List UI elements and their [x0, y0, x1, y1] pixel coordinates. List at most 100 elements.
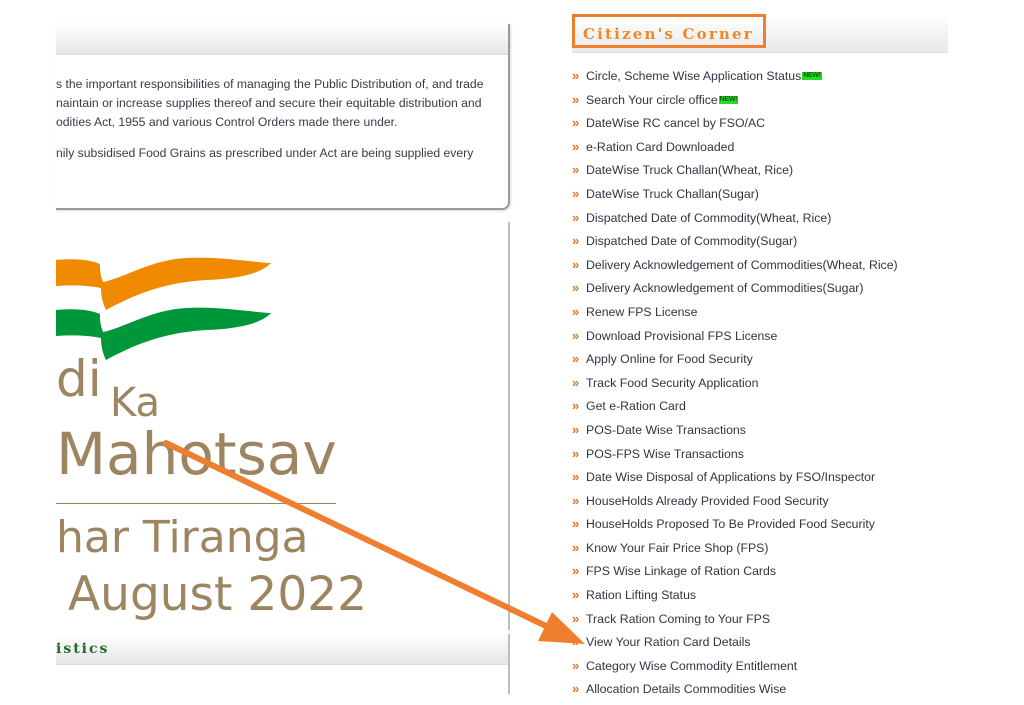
double-chevron-right-icon: » [572, 421, 580, 437]
citizens-corner-link[interactable]: » POS-FPS Wise Transactions [572, 446, 898, 470]
link-label[interactable]: Allocation Details Commodities Wise [586, 682, 786, 696]
double-chevron-right-icon: » [572, 516, 580, 532]
citizens-corner-link[interactable]: » HouseHolds Already Provided Food Securi… [572, 493, 898, 517]
statistics-panel: istics [56, 634, 510, 694]
double-chevron-right-icon: » [572, 209, 580, 225]
double-chevron-right-icon: » [572, 634, 580, 650]
citizens-corner-title: Citizen's Corner [572, 14, 766, 48]
intro-line: naintain or increase supplies thereof an… [56, 96, 482, 110]
citizens-corner-link[interactable]: » Download Provisional FPS License [572, 328, 898, 352]
citizens-corner-link[interactable]: » Get e-Ration Card [572, 398, 898, 422]
link-label[interactable]: DateWise Truck Challan(Sugar) [586, 187, 759, 201]
link-label[interactable]: Dispatched Date of Commodity(Sugar) [586, 234, 797, 248]
citizens-corner-link[interactable]: » Delivery Acknowledgement of Commodities… [572, 257, 898, 281]
link-label[interactable]: DateWise Truck Challan(Wheat, Rice) [586, 163, 793, 177]
intro-line: odities Act, 1955 and various Control Or… [56, 115, 398, 129]
intro-panel-header [56, 24, 508, 55]
double-chevron-right-icon: » [572, 398, 580, 414]
link-label[interactable]: Circle, Scheme Wise Application Status [586, 69, 801, 83]
double-chevron-right-icon: » [572, 657, 580, 673]
double-chevron-right-icon: » [572, 563, 580, 579]
link-label[interactable]: Download Provisional FPS License [586, 329, 777, 343]
tricolor-flag-icon [56, 257, 271, 360]
banner-text-date: August 2022 [68, 567, 368, 622]
double-chevron-right-icon: » [572, 280, 580, 296]
citizens-corner-link[interactable]: » Dispatched Date of Commodity(Wheat, Ric… [572, 210, 898, 234]
link-label[interactable]: View Your Ration Card Details [586, 635, 751, 649]
citizens-corner-link[interactable]: » Apply Online for Food Security [572, 351, 898, 375]
citizens-corner-header: Citizen's Corner [572, 14, 948, 53]
link-label[interactable]: Get e-Ration Card [586, 399, 686, 413]
citizens-corner-link[interactable]: » Ration Lifting Status [572, 587, 898, 611]
citizens-corner-link[interactable]: » View Your Ration Card Details [572, 634, 898, 658]
citizens-corner-link[interactable]: » HouseHolds Proposed To Be Provided Food… [572, 516, 898, 540]
citizens-corner-link[interactable]: » Track Ration Coming to Your FPS [572, 611, 898, 635]
double-chevron-right-icon: » [572, 469, 580, 485]
link-label[interactable]: HouseHolds Proposed To Be Provided Food … [586, 517, 875, 531]
double-chevron-right-icon: » [572, 233, 580, 249]
new-badge-icon: NEW! [718, 95, 739, 104]
citizens-corner-link[interactable]: » DateWise RC cancel by FSO/AC [572, 115, 898, 139]
citizens-corner-link[interactable]: » Date Wise Disposal of Applications by F… [572, 469, 898, 493]
double-chevron-right-icon: » [572, 162, 580, 178]
citizens-corner-link[interactable]: » Allocation Details Commodities Wise [572, 681, 898, 705]
banner-text-azadi: di [56, 350, 102, 408]
banner-divider [56, 503, 336, 504]
link-label[interactable]: FPS Wise Linkage of Ration Cards [586, 564, 776, 578]
double-chevron-right-icon: » [572, 610, 580, 626]
citizens-corner-link[interactable]: » FPS Wise Linkage of Ration Cards [572, 563, 898, 587]
double-chevron-right-icon: » [572, 327, 580, 343]
double-chevron-right-icon: » [572, 587, 580, 603]
link-label[interactable]: Apply Online for Food Security [586, 352, 753, 366]
intro-line: s the important responsibilities of mana… [56, 77, 484, 91]
double-chevron-right-icon: » [572, 445, 580, 461]
link-label[interactable]: Date Wise Disposal of Applications by FS… [586, 470, 875, 484]
double-chevron-right-icon: » [572, 68, 580, 83]
citizens-corner-link[interactable]: » DateWise Truck Challan(Wheat, Rice) [572, 162, 898, 186]
new-badge-icon: NEW! [802, 72, 822, 80]
citizens-corner-link[interactable]: » Delivery Acknowledgement of Commodities… [572, 280, 898, 304]
link-label[interactable]: Renew FPS License [586, 305, 697, 319]
link-label[interactable]: Delivery Acknowledgement of Commodities(… [586, 281, 863, 295]
link-label[interactable]: e-Ration Card Downloaded [586, 140, 734, 154]
statistics-title: istics [56, 634, 508, 665]
double-chevron-right-icon: » [572, 539, 580, 555]
link-label[interactable]: Track Food Security Application [586, 376, 758, 390]
double-chevron-right-icon: » [572, 351, 580, 367]
banner-text-mahotsav: Mahotsav [56, 420, 337, 488]
double-chevron-right-icon: » [572, 256, 580, 272]
citizens-corner-link[interactable]: » Category Wise Commodity Entitlement [572, 658, 898, 682]
citizens-corner-link[interactable]: » e-Ration Card Downloaded [572, 139, 898, 163]
double-chevron-right-icon: » [572, 115, 580, 131]
citizens-corner-link[interactable]: » Renew FPS License [572, 304, 898, 328]
citizens-corner-links: » Circle, Scheme Wise Application Status N… [572, 68, 898, 705]
double-chevron-right-icon: » [572, 138, 580, 154]
intro-text: s the important responsibilities of mana… [56, 55, 508, 163]
intro-panel: s the important responsibilities of mana… [56, 24, 510, 210]
citizens-corner-link[interactable]: » Dispatched Date of Commodity(Sugar) [572, 233, 898, 257]
double-chevron-right-icon: » [572, 303, 580, 319]
citizens-corner-link[interactable]: » Search Your circle office NEW! [572, 92, 898, 116]
citizens-corner-link[interactable]: » Circle, Scheme Wise Application Status N… [572, 68, 898, 92]
link-label[interactable]: Dispatched Date of Commodity(Wheat, Rice… [586, 211, 831, 225]
link-label[interactable]: POS-FPS Wise Transactions [586, 447, 744, 461]
double-chevron-right-icon: » [572, 492, 580, 508]
link-label[interactable]: Ration Lifting Status [586, 588, 696, 602]
banner-text-har-ghar-tiranga: har Tiranga [56, 512, 309, 563]
citizens-corner-link[interactable]: » DateWise Truck Challan(Sugar) [572, 186, 898, 210]
link-label[interactable]: HouseHolds Already Provided Food Securit… [586, 494, 829, 508]
link-label[interactable]: Search Your circle office [586, 93, 718, 107]
link-label[interactable]: Delivery Acknowledgement of Commodities(… [586, 258, 898, 272]
citizens-corner-link[interactable]: » Know Your Fair Price Shop (FPS) [572, 540, 898, 564]
double-chevron-right-icon: » [572, 91, 580, 107]
link-label[interactable]: POS-Date Wise Transactions [586, 423, 746, 437]
link-label[interactable]: Track Ration Coming to Your FPS [586, 612, 770, 626]
link-label[interactable]: Category Wise Commodity Entitlement [586, 659, 797, 673]
citizens-corner-link[interactable]: » POS-Date Wise Transactions [572, 422, 898, 446]
double-chevron-right-icon: » [572, 185, 580, 201]
citizens-corner-link[interactable]: » Track Food Security Application [572, 375, 898, 399]
citizens-corner-panel: Citizen's Corner » Circle, Scheme Wise Ap… [572, 14, 948, 696]
link-label[interactable]: Know Your Fair Price Shop (FPS) [586, 541, 768, 555]
intro-line: nily subsidised Food Grains as prescribe… [56, 146, 474, 160]
link-label[interactable]: DateWise RC cancel by FSO/AC [586, 116, 765, 130]
